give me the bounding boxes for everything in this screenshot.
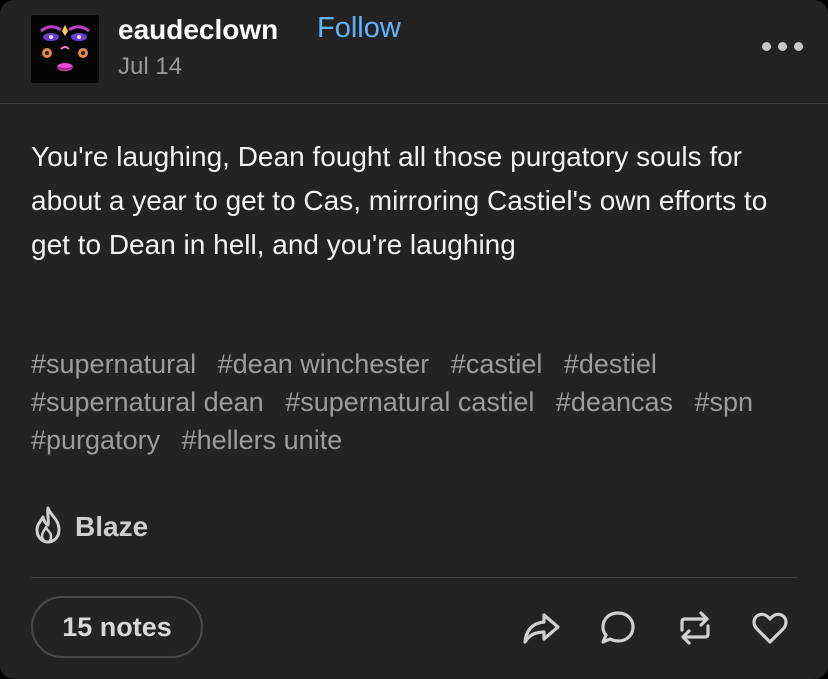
header-divider [0,103,828,104]
tag[interactable]: #supernatural dean [31,387,264,417]
tag[interactable]: #purgatory [31,425,160,455]
post-body: You're laughing, Dean fought all those p… [31,141,768,260]
tag[interactable]: #hellers unite [182,425,343,455]
post-header: eaudeclown Follow Jul 14 [0,0,828,103]
tag[interactable]: #deancas [556,387,673,417]
footer-divider [31,577,797,578]
blaze-button[interactable]: Blaze [31,505,148,549]
heart-icon[interactable] [750,608,790,648]
tag[interactable]: #spn [695,387,754,417]
tag[interactable]: #supernatural [31,349,196,379]
post-card: eaudeclown Follow Jul 14 You're laughing… [0,0,828,679]
post-tags: #supernatural #dean winchester #castiel … [31,345,806,459]
speech-bubble-icon[interactable] [598,608,638,648]
tag[interactable]: #castiel [451,349,543,379]
avatar[interactable] [31,15,99,83]
post-date[interactable]: Jul 14 [118,53,182,81]
reblog-icon[interactable] [675,608,715,648]
avatar-image [31,15,99,83]
post-author[interactable]: eaudeclown [118,14,278,46]
notes-button[interactable]: 15 notes [31,596,203,658]
share-arrow-icon[interactable] [521,608,561,648]
tag[interactable]: #supernatural castiel [285,387,534,417]
more-icon[interactable] [760,38,806,58]
tag[interactable]: #destiel [564,349,657,379]
blaze-label: Blaze [75,511,149,542]
follow-button[interactable]: Follow [317,12,401,45]
tag[interactable]: #dean winchester [218,349,430,379]
flame-icon [31,505,65,550]
